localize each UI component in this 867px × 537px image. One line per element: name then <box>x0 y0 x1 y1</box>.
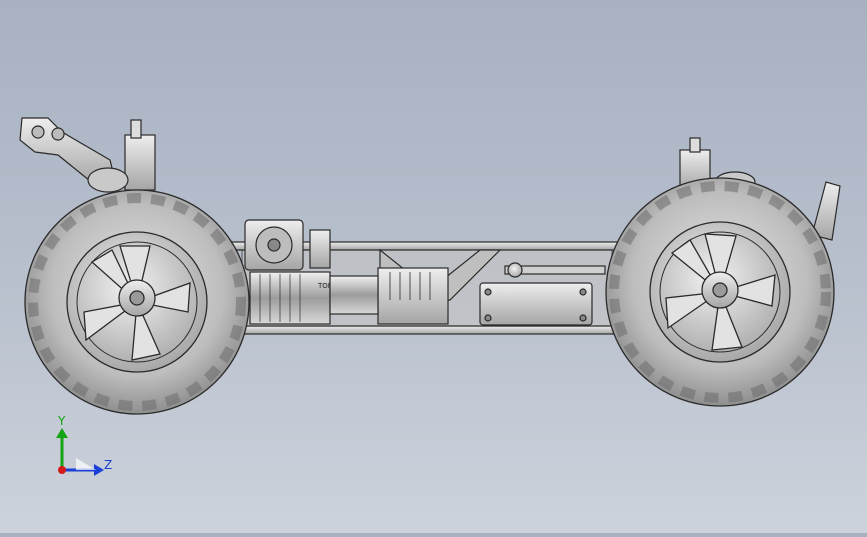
screw-icon <box>579 288 587 296</box>
esc-box <box>377 267 449 325</box>
front-shock-absorber <box>124 134 156 191</box>
x-axis-origin <box>58 466 66 474</box>
front-wheel <box>24 189 250 415</box>
cad-viewport[interactable]: TOR Y Z <box>0 0 867 533</box>
axis-triad <box>56 428 104 476</box>
rear-wheel <box>605 177 835 407</box>
y-axis-label: Y <box>58 414 66 428</box>
lower-chassis-plate <box>231 325 625 335</box>
screw-icon <box>484 288 492 296</box>
shock-tower <box>309 229 331 269</box>
gearbox <box>329 275 379 315</box>
z-axis-label: Z <box>104 458 113 472</box>
screw-icon <box>579 314 587 322</box>
chassis-model[interactable]: TOR <box>0 0 867 533</box>
servo-mount <box>479 282 593 326</box>
servo-horn <box>507 262 523 278</box>
screw-icon <box>484 314 492 322</box>
front-shock-mount <box>19 117 156 193</box>
